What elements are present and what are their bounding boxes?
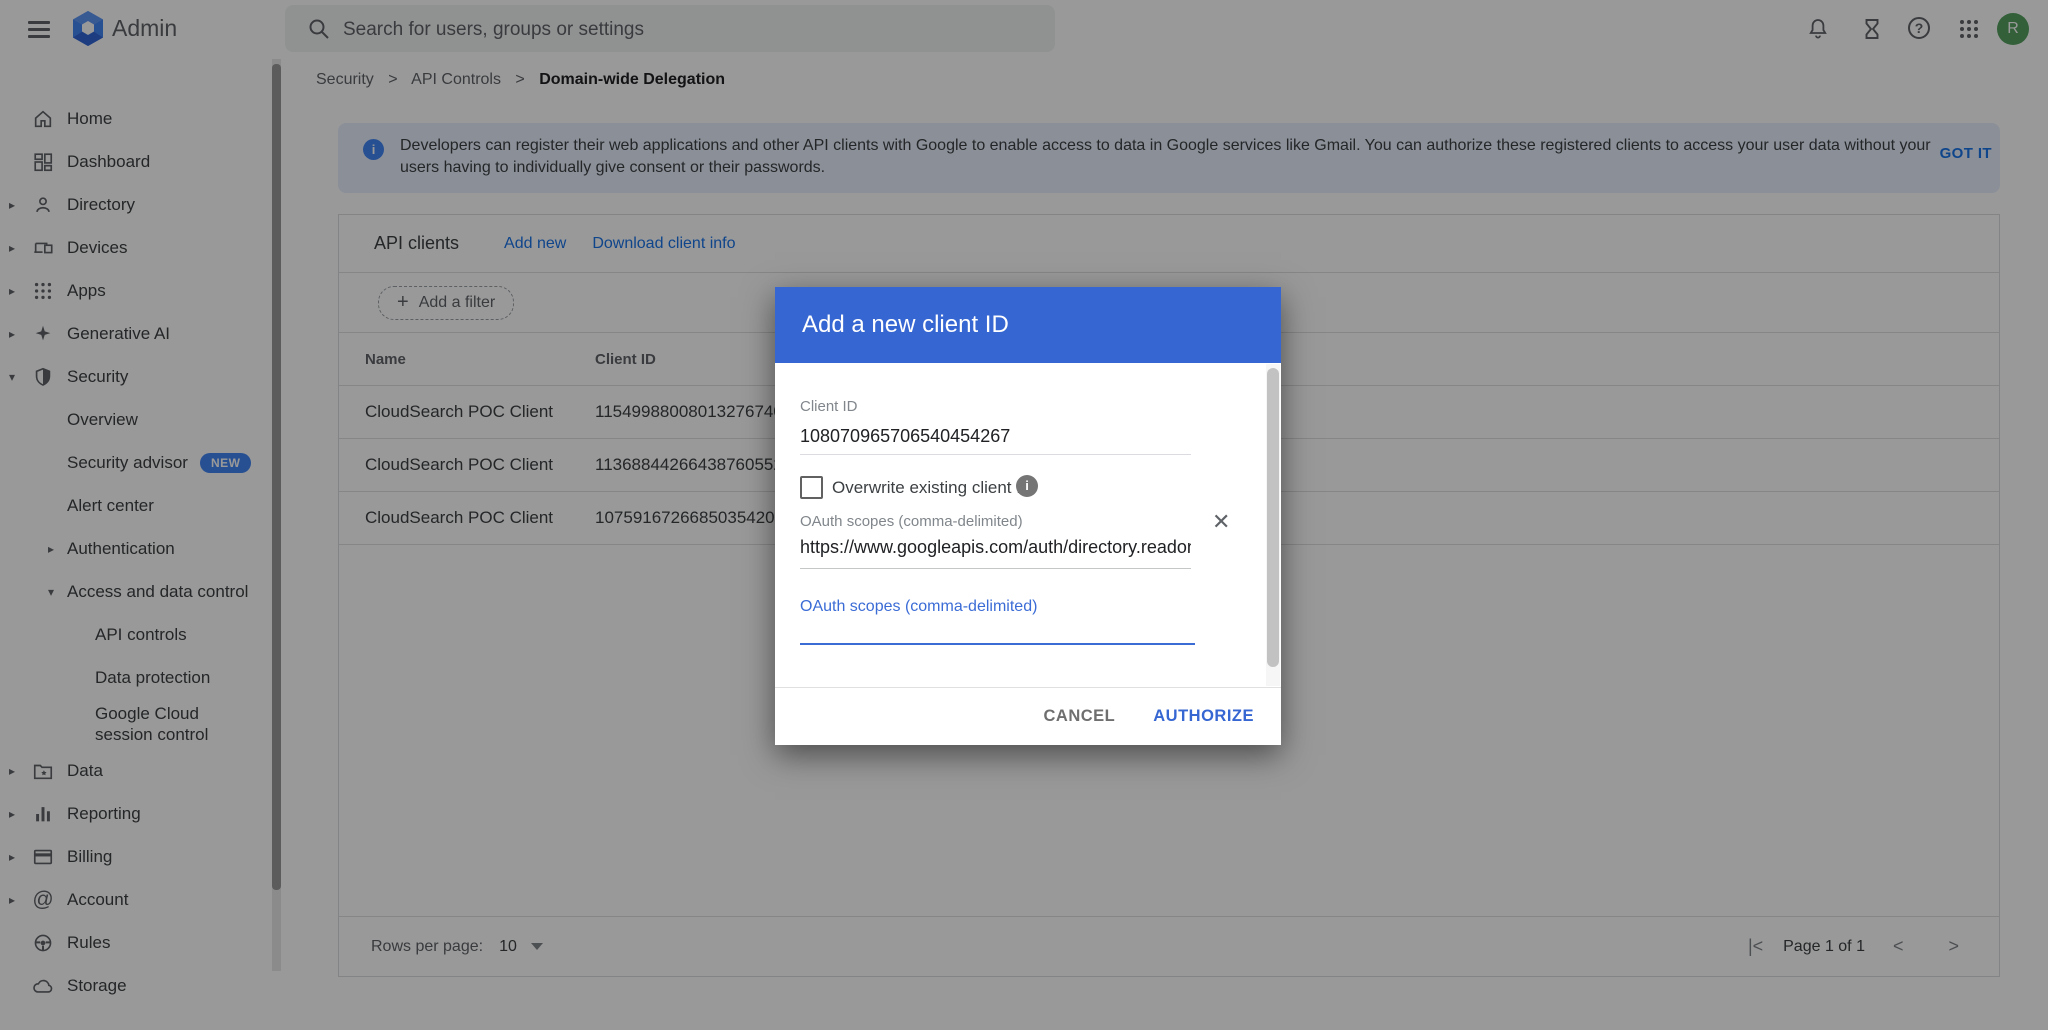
add-client-id-dialog: Add a new client ID Client ID 1080709657… bbox=[775, 287, 1281, 745]
google-admin-console: Admin ? R bbox=[0, 0, 2048, 1030]
authorize-button[interactable]: AUTHORIZE bbox=[1153, 707, 1254, 726]
oauth-scopes-input-2[interactable] bbox=[800, 617, 1195, 645]
cancel-button[interactable]: CANCEL bbox=[1044, 707, 1116, 726]
overwrite-checkbox-label: Overwrite existing client ID bbox=[832, 478, 1033, 498]
oauth-scopes-label-2: OAuth scopes (comma-delimited) bbox=[800, 598, 1037, 616]
oauth-scopes-label: OAuth scopes (comma-delimited) bbox=[800, 513, 1023, 530]
oauth-scopes-input[interactable]: https://www.googleapis.com/auth/director… bbox=[800, 537, 1191, 558]
dialog-title: Add a new client ID bbox=[802, 311, 1009, 339]
remove-scope-icon[interactable]: ✕ bbox=[1212, 511, 1230, 533]
dialog-header: Add a new client ID bbox=[775, 287, 1281, 363]
dialog-scrollbar-thumb[interactable] bbox=[1267, 368, 1279, 667]
overwrite-checkbox[interactable] bbox=[800, 476, 823, 499]
client-id-label: Client ID bbox=[800, 398, 858, 415]
overwrite-info-icon[interactable]: i bbox=[1016, 475, 1038, 497]
client-id-input[interactable]: 108070965706540454267 bbox=[800, 426, 1191, 447]
dialog-footer: CANCEL AUTHORIZE bbox=[775, 687, 1281, 745]
